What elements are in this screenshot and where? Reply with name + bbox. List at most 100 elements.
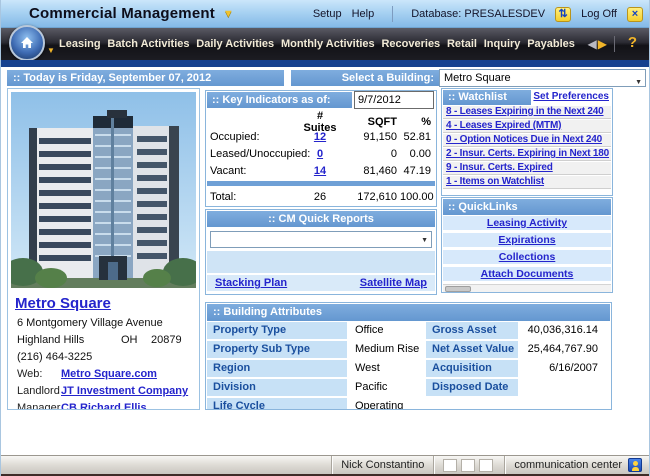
table-row-leased-unoccupied: Leased/Unoccupied: 0 0 0.00 [206,145,436,162]
list-item: 8 - Leases Expiring in the Next 240 [443,106,611,119]
property-panel: Metro Square 6 Montgomery Village Avenue… [7,88,200,410]
status-cell [461,459,475,472]
select-building-label: Select a Building: [291,70,439,86]
watchlist-link-certs-expired[interactable]: 9 - Insur. Certs. Expired [446,162,553,173]
list-item: Collections [443,250,611,264]
nav-item-inquiry[interactable]: Inquiry [484,38,521,50]
vacant-sqft: 81,460 [338,165,400,177]
watchlist-link-option-notices[interactable]: 0 - Option Notices Due in Next 240 [446,134,602,145]
attr-value-division: Pacific [347,379,426,396]
quicklinks-hscrollbar[interactable] [443,284,611,293]
communication-center-section[interactable]: communication center [504,456,650,474]
building-attributes-title: :: Building Attributes [207,304,610,321]
log-off-label[interactable]: Log Off [581,8,617,20]
list-item: 4 - Leases Expired (MTM) [443,120,611,133]
property-phone: (216) 464-3225 [17,351,92,364]
help-link[interactable]: Help [352,8,375,20]
home-button[interactable] [9,25,45,61]
today-date-bar: :: Today is Friday, September 07, 2012 [7,70,284,86]
watchlist-link-items-on-watchlist[interactable]: 1 - Items on Watchlist [446,176,544,187]
communication-center-icon[interactable] [628,458,642,472]
status-user-name: Nick Constantino [341,459,424,471]
database-switch-icon[interactable]: ⇅ [555,7,571,22]
property-city: Highland Hills [17,334,121,347]
stacking-plan-link[interactable]: Stacking Plan [215,277,287,289]
nav-forward-arrow-icon[interactable]: ▶ [598,37,607,51]
satellite-map-link[interactable]: Satellite Map [360,277,427,289]
nav-item-daily-activities[interactable]: Daily Activities [196,38,274,50]
attr-label-property-type: Property Type [207,322,347,339]
home-chevron-down-icon[interactable]: ▼ [47,46,55,55]
attr-label-gross-asset-value: Gross Asset Value [426,322,518,339]
table-row: Region West Acquisition Date 6/16/2007 [207,360,610,377]
row-label: Vacant: [206,165,302,177]
nav-item-batch-activities[interactable]: Batch Activities [107,38,189,50]
database-label: Database: PRESALESDEV [411,8,545,20]
list-item: 2 - Insur. Certs. Expiring in Next 180 [443,148,611,161]
building-select-chevron-down-icon: ▼ [635,75,642,91]
quicklink-expirations[interactable]: Expirations [498,234,555,246]
quicklink-leasing-activity[interactable]: Leasing Activity [487,217,567,229]
watchlist-link-leases-expired[interactable]: 4 - Leases Expired (MTM) [446,120,561,131]
attr-label-disposed-date: Disposed Date [426,379,518,396]
table-row: Property Sub Type Medium Rise Net Asset … [207,341,610,358]
occupied-sqft: 91,150 [338,131,400,143]
attr-label-life-cycle: Life Cycle [207,398,347,410]
building-select[interactable]: Metro Square ▼ [439,69,646,87]
nav-back-arrow-icon[interactable]: ◀ [588,37,597,51]
table-row: Division Pacific Disposed Date [207,379,610,396]
manager-link[interactable]: CB Richard Ellis [61,402,147,410]
nav-menu: Leasing Batch Activities Daily Activitie… [59,28,575,60]
watchlist-title: :: Watchlist [443,90,531,105]
key-indicators-date-input[interactable] [354,91,434,109]
table-row-total: Total: 26 172,610 100.00 [206,188,436,206]
col-sqft: SQFT [338,116,400,128]
attr-value-property-type: Office [347,322,426,339]
key-indicators-column-headers: # Suites SQFT % [206,110,436,128]
watchlist-link-certs-expiring[interactable]: 2 - Insur. Certs. Expiring in Next 180 [446,148,609,159]
communication-center-label[interactable]: communication center [514,459,622,471]
attr-value-life-cycle: Operating [347,398,426,410]
leased-unoccupied-suites-link[interactable]: 0 [302,148,338,160]
titlebar-divider [392,6,393,22]
scrollbar-thumb[interactable] [445,286,471,292]
landlord-link[interactable]: JT Investment Company [61,385,188,398]
list-item: Attach Documents [443,267,611,281]
nav-item-recoveries[interactable]: Recoveries [381,38,440,50]
total-label: Total: [206,191,302,203]
attr-label-region: Region [207,360,347,377]
occupied-suites-link[interactable]: 12 [302,131,338,143]
total-pct: 100.00 [400,191,434,203]
property-state: OH [121,334,151,347]
property-name-link[interactable]: Metro Square [15,295,111,312]
nav-item-payables[interactable]: Payables [527,38,575,50]
leased-unoccupied-sqft: 0 [338,148,400,160]
quicklink-attach-documents[interactable]: Attach Documents [481,268,574,280]
log-off-close-icon[interactable]: × [627,7,643,22]
app-window: Commercial Management ▼ Setup Help Datab… [0,0,650,476]
watchlist-header: :: Watchlist Set Preferences [442,89,612,106]
table-row-vacant: Vacant: 14 81,460 47.19 [206,162,436,179]
nav-item-leasing[interactable]: Leasing [59,38,101,50]
nav-help-icon[interactable]: ? [628,34,637,51]
set-preferences-link[interactable]: Set Preferences [533,91,609,102]
attr-value-acquisition-date: 6/16/2007 [518,360,610,377]
list-item: Leasing Activity [443,216,611,230]
main-nav-bar: ▼ Leasing Batch Activities Daily Activit… [1,28,650,60]
attr-label-net-asset-value: Net Asset Value [426,341,518,358]
vacant-suites-link[interactable]: 14 [302,165,338,177]
nav-item-monthly-activities[interactable]: Monthly Activities [281,38,375,50]
app-menu-chevron-down-icon[interactable]: ▼ [223,8,234,20]
attr-value-region: West [347,360,426,377]
setup-link[interactable]: Setup [313,8,342,20]
cm-quick-reports-title: :: CM Quick Reports [207,211,435,227]
quick-report-select[interactable]: ▼ [210,231,432,248]
property-website-link[interactable]: Metro Square.com [61,368,157,381]
row-label: Occupied: [206,131,302,143]
property-landlord-line: Landlord JT Investment Company [17,385,199,398]
status-cell [479,459,493,472]
quick-report-links: Stacking Plan Satellite Map [207,275,435,291]
nav-item-retail[interactable]: Retail [447,38,477,50]
quicklink-collections[interactable]: Collections [499,251,556,263]
watchlist-link-leases-expiring[interactable]: 8 - Leases Expiring in the Next 240 [446,106,604,117]
